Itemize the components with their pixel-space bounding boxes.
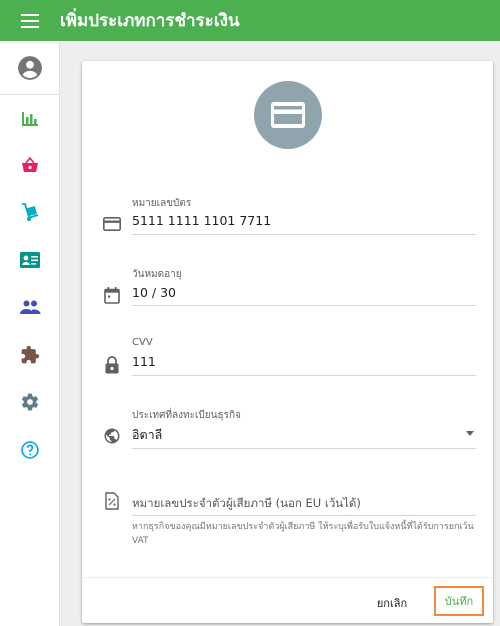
sidebar-item-inventory[interactable]	[0, 192, 60, 232]
country-value[interactable]: อิตาลี	[132, 425, 162, 445]
cvv-value[interactable]: 111	[132, 354, 156, 369]
credit-card-icon	[100, 212, 124, 236]
payment-method-card: หมายเลขบัตร 5111 1111 1101 7711 วันหมดอา…	[82, 61, 493, 623]
sidebar-item-extensions[interactable]	[0, 335, 60, 375]
chevron-down-icon[interactable]	[466, 431, 474, 436]
vat-id-field[interactable]: หมายเลขประจำตัวผู้เสียภาษี (นอก EU เว้นไ…	[100, 486, 476, 566]
bar-chart-icon	[22, 112, 38, 126]
lock-icon	[100, 353, 124, 377]
cancel-button[interactable]: ยกเลิก	[364, 591, 420, 615]
expiry-value[interactable]: 10 / 30	[132, 285, 176, 300]
menu-button[interactable]	[0, 0, 60, 41]
card-number-value[interactable]: 5111 1111 1101 7711	[132, 213, 271, 228]
globe-icon	[100, 424, 124, 448]
page-title: เพิ่มประเภทการชำระเงิน	[60, 11, 240, 31]
app-header: เพิ่มประเภทการชำระเงิน	[0, 0, 500, 41]
sidebar-item-account[interactable]	[0, 48, 60, 88]
hand-truck-icon	[22, 203, 39, 221]
input-underline	[132, 375, 476, 376]
expiry-field[interactable]: วันหมดอายุ 10 / 30	[100, 262, 476, 308]
contact-card-icon	[20, 252, 40, 268]
input-underline	[132, 234, 476, 235]
sidebar-divider	[0, 94, 60, 95]
cvv-field[interactable]: CVV 111	[100, 332, 476, 378]
save-button[interactable]: บันทึก	[434, 586, 484, 616]
menu-icon	[21, 13, 39, 28]
gear-icon	[21, 393, 39, 411]
sidebar-item-users[interactable]	[0, 287, 60, 327]
people-icon	[20, 300, 41, 314]
sidebar-item-settings[interactable]	[0, 382, 60, 422]
sidebar	[0, 41, 60, 626]
expiry-label: วันหมดอายุ	[132, 269, 182, 280]
sidebar-item-help[interactable]	[0, 430, 60, 470]
sidebar-item-contacts[interactable]	[0, 240, 60, 280]
card-number-label: หมายเลขบัตร	[132, 198, 192, 209]
input-underline	[132, 448, 476, 449]
help-circle-icon	[21, 441, 39, 459]
input-underline	[132, 305, 476, 306]
vat-id-hint: หากธุรกิจของคุณมีหมายเลขประจำตัวผู้เสียภ…	[132, 522, 474, 546]
sidebar-item-sales[interactable]	[0, 145, 60, 185]
puzzle-icon	[21, 345, 40, 364]
credit-card-icon	[271, 102, 305, 128]
sidebar-item-reports[interactable]	[0, 99, 60, 139]
card-number-field[interactable]: หมายเลขบัตร 5111 1111 1101 7711	[100, 191, 476, 237]
country-label: ประเทศที่ลงทะเบียนธุรกิจ	[132, 410, 241, 421]
cvv-label: CVV	[132, 337, 153, 348]
calendar-icon	[100, 283, 124, 307]
account-circle-icon	[18, 56, 42, 80]
card-footer-divider	[82, 577, 493, 578]
vat-id-input[interactable]: หมายเลขประจำตัวผู้เสียภาษี (นอก EU เว้นไ…	[132, 495, 361, 513]
percent-document-icon	[100, 489, 124, 513]
country-select[interactable]: ประเทศที่ลงทะเบียนธุรกิจ อิตาลี	[100, 403, 476, 451]
input-underline	[132, 515, 476, 516]
basket-icon	[22, 156, 38, 172]
card-avatar	[254, 81, 322, 149]
